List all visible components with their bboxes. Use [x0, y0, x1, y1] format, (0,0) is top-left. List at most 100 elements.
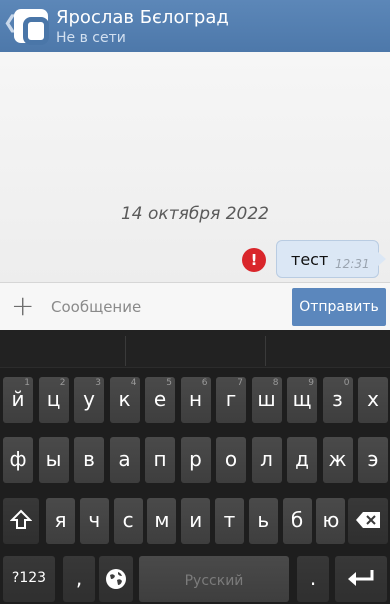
key-label: е [153, 387, 167, 411]
key-ч[interactable]: ч [79, 498, 109, 544]
shift-key[interactable] [3, 498, 39, 544]
key-label: з [332, 387, 343, 411]
error-icon[interactable]: ! [242, 248, 266, 272]
backspace-key[interactable] [348, 498, 388, 544]
key-label: н [188, 387, 203, 411]
key-hint: 2 [59, 378, 66, 388]
key-ь[interactable]: ь [248, 498, 278, 544]
key-label: ч [88, 508, 101, 532]
key-label: б [290, 508, 304, 532]
key-з[interactable]: з0 [322, 377, 353, 423]
key-я[interactable]: я [46, 498, 75, 544]
key-и[interactable]: и [181, 498, 211, 544]
contact-status: Не в сети [56, 30, 126, 46]
key-б[interactable]: б [282, 498, 312, 544]
key-с[interactable]: с [113, 498, 143, 544]
symbols-key[interactable]: ?123 [3, 556, 55, 602]
key-hint: 6 [201, 378, 208, 388]
key-label: э [367, 447, 379, 471]
contact-name[interactable]: Ярослав Бєлоград [56, 7, 229, 28]
key-л[interactable]: л [251, 437, 282, 483]
key-ы[interactable]: ы [38, 437, 69, 483]
key-к[interactable]: к4 [109, 377, 140, 423]
enter-key[interactable] [335, 556, 387, 602]
key-hint: 0 [343, 378, 350, 388]
key-label: ш [257, 387, 276, 411]
key-ш[interactable]: ш8 [251, 377, 282, 423]
key-й[interactable]: й1 [3, 377, 33, 423]
key-label: я [54, 508, 67, 532]
key-ж[interactable]: ж [322, 437, 353, 483]
keyboard: й1ц2у3к4е5н6г7ш8щ9з0х фывапролджэ ячсмит… [0, 330, 390, 604]
key-ц[interactable]: ц2 [38, 377, 69, 423]
key-label: с [122, 508, 134, 532]
suggestion-divider [265, 336, 266, 366]
key-label: а [118, 447, 131, 471]
message-time: 12:31 [335, 257, 370, 271]
key-label: м [154, 508, 170, 532]
attach-plus-icon[interactable]: + [11, 292, 34, 320]
key-label: о [224, 447, 238, 471]
message-list[interactable]: 14 октября 2022 ! тест 12:31 [0, 52, 390, 282]
key-р[interactable]: р [180, 437, 211, 483]
message-composer: + Сообщение Отправить [0, 282, 390, 330]
key-hint: 4 [130, 378, 137, 388]
key-label: т [223, 508, 236, 532]
key-hint: 8 [272, 378, 279, 388]
key-о[interactable]: о [216, 437, 246, 483]
period-key[interactable]: . [297, 556, 329, 602]
key-label: щ [292, 387, 312, 411]
message-text: тест [291, 250, 329, 269]
key-label: п [153, 447, 167, 471]
chat-header: ❮ Ярослав Бєлоград Не в сети [0, 0, 390, 52]
key-hint: 3 [95, 378, 101, 388]
space-language-label: Русский [184, 573, 244, 589]
suggestion-strip [0, 330, 390, 368]
key-label: в [83, 447, 95, 471]
key-д[interactable]: д [287, 437, 317, 483]
key-п[interactable]: п [145, 437, 175, 483]
key-ю[interactable]: ю [316, 498, 346, 544]
key-е[interactable]: е5 [145, 377, 175, 423]
key-label: й [11, 387, 25, 411]
comma-key[interactable]: , [63, 556, 95, 602]
key-label: г [225, 387, 237, 411]
key-label: р [189, 447, 202, 471]
key-в[interactable]: в [74, 437, 104, 483]
key-н[interactable]: н6 [180, 377, 211, 423]
backspace-icon [356, 512, 380, 528]
key-г[interactable]: г7 [216, 377, 246, 423]
key-label: к [118, 387, 131, 411]
key-label: л [260, 447, 273, 471]
suggestion-divider [125, 336, 126, 366]
key-label: ю [322, 508, 340, 532]
key-hint: 5 [166, 378, 172, 388]
key-щ[interactable]: щ9 [287, 377, 317, 423]
enter-icon [348, 570, 374, 586]
message-bubble[interactable]: тест 12:31 [276, 240, 386, 278]
globe-icon [106, 569, 126, 589]
key-label: ф [9, 447, 27, 471]
key-т[interactable]: т [215, 498, 244, 544]
key-а[interactable]: а [109, 437, 140, 483]
key-ф[interactable]: ф [3, 437, 33, 483]
send-button[interactable]: Отправить [292, 288, 386, 326]
key-label: д [295, 447, 309, 471]
key-label: ь [257, 508, 270, 532]
key-э[interactable]: э [358, 437, 388, 483]
key-label: и [189, 508, 203, 532]
message-input[interactable]: Сообщение [51, 298, 141, 316]
key-label: х [367, 387, 379, 411]
vk-logo-icon[interactable] [14, 9, 49, 45]
language-key[interactable] [99, 556, 133, 602]
key-м[interactable]: м [147, 498, 177, 544]
key-label: ы [45, 447, 62, 471]
key-х[interactable]: х [358, 377, 388, 423]
space-key[interactable]: Русский [139, 556, 289, 602]
date-separator: 14 октября 2022 [120, 204, 269, 224]
key-hint: 9 [308, 378, 314, 388]
key-у[interactable]: у3 [74, 377, 104, 423]
key-label: ж [328, 447, 347, 471]
key-hint: 7 [237, 378, 243, 388]
key-label: ц [46, 387, 61, 411]
